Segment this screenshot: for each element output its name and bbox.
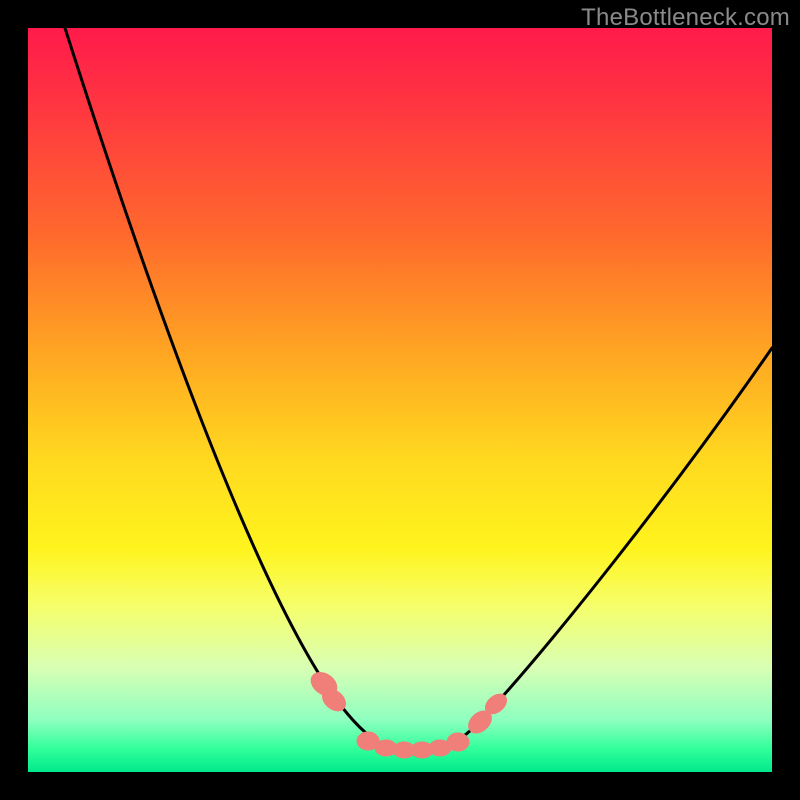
chart-frame: TheBottleneck.com — [0, 0, 800, 800]
chart-plot-area — [28, 28, 772, 772]
bottleneck-curve — [65, 28, 772, 750]
chart-svg — [28, 28, 772, 772]
optimal-range-markers — [307, 668, 511, 758]
watermark-text: TheBottleneck.com — [581, 4, 790, 32]
